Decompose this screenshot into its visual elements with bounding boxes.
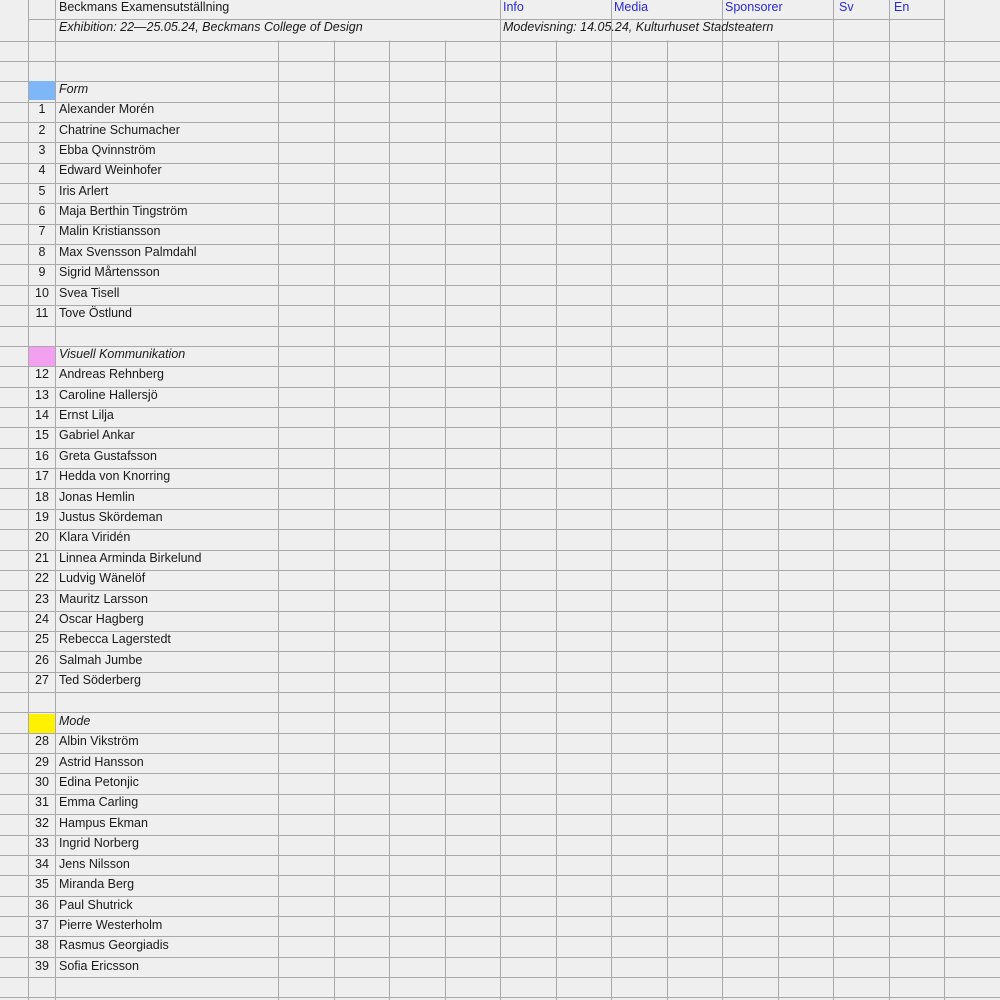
row-number: 29 xyxy=(35,755,49,769)
student-name-link[interactable]: Ebba Qvinnström xyxy=(59,140,274,160)
row-number: 21 xyxy=(35,551,49,565)
student-name-link[interactable]: Miranda Berg xyxy=(59,874,274,894)
row-number: 18 xyxy=(35,490,49,504)
row-number: 15 xyxy=(35,428,49,442)
student-name-link[interactable]: Ted Söderberg xyxy=(59,670,274,690)
row-number: 34 xyxy=(35,857,49,871)
row-number: 23 xyxy=(35,592,49,606)
student-name-link[interactable]: Max Svensson Palmdahl xyxy=(59,242,274,262)
row-number: 24 xyxy=(35,612,49,626)
row-number: 2 xyxy=(38,123,46,137)
row-number: 3 xyxy=(38,143,46,157)
row-number: 12 xyxy=(35,367,49,381)
student-name-link[interactable]: Salmah Jumbe xyxy=(59,650,274,670)
row-number: 10 xyxy=(35,286,49,300)
row-number: 4 xyxy=(38,163,46,177)
student-name-link[interactable]: Hedda von Knorring xyxy=(59,466,274,486)
row-number: 25 xyxy=(35,632,49,646)
row-number: 32 xyxy=(35,816,49,830)
student-name-link[interactable]: Hampus Ekman xyxy=(59,813,274,833)
section-heading-visuell-kommunikation: Visuell Kommunikation xyxy=(59,347,186,361)
nav-sponsors-link[interactable]: Sponsorer xyxy=(725,0,830,17)
row-number: 5 xyxy=(38,184,46,198)
row-number: 31 xyxy=(35,795,49,809)
row-number: 6 xyxy=(38,204,46,218)
student-name-link[interactable]: Albin Vikström xyxy=(59,731,274,751)
student-name-link[interactable]: Sigrid Mårtensson xyxy=(59,262,274,282)
student-name-link[interactable]: Caroline Hallersjö xyxy=(59,385,274,405)
row-number: 7 xyxy=(38,224,46,238)
row-number: 13 xyxy=(35,388,49,402)
row-number: 22 xyxy=(35,571,49,585)
section-color-swatch-form xyxy=(29,81,55,100)
student-name-link[interactable]: Iris Arlert xyxy=(59,181,274,201)
row-number: 35 xyxy=(35,877,49,891)
row-number: 16 xyxy=(35,449,49,463)
student-name-link[interactable]: Svea Tisell xyxy=(59,283,274,303)
nav-media-link[interactable]: Media xyxy=(614,0,719,17)
student-name-link[interactable]: Emma Carling xyxy=(59,792,274,812)
student-name-link[interactable]: Gabriel Ankar xyxy=(59,425,274,445)
student-name-link[interactable]: Astrid Hansson xyxy=(59,752,274,772)
row-number: 38 xyxy=(35,938,49,952)
row-number: 11 xyxy=(35,306,49,320)
row-number: 33 xyxy=(35,836,49,850)
row-number: 1 xyxy=(38,102,46,116)
site-title[interactable]: Beckmans Examensutställning xyxy=(59,0,499,17)
row-number: 20 xyxy=(35,530,49,544)
student-name-link[interactable]: Ingrid Norberg xyxy=(59,833,274,853)
row-number: 26 xyxy=(35,653,49,667)
lang-sv-link[interactable]: Sv xyxy=(839,0,887,17)
lang-en-link[interactable]: En xyxy=(894,0,942,17)
student-name-link[interactable]: Tove Östlund xyxy=(59,303,274,323)
student-name-link[interactable]: Pierre Westerholm xyxy=(59,915,274,935)
student-name-link[interactable]: Edina Petonjic xyxy=(59,772,274,792)
student-name-link[interactable]: Ludvig Wänelöf xyxy=(59,568,274,588)
student-name-link[interactable]: Jonas Hemlin xyxy=(59,487,274,507)
student-name-link[interactable]: Edward Weinhofer xyxy=(59,160,274,180)
row-number: 9 xyxy=(38,265,46,279)
student-name-link[interactable]: Maja Berthin Tingström xyxy=(59,201,274,221)
student-name-link[interactable]: Ernst Lilja xyxy=(59,405,274,425)
student-name-link[interactable]: Paul Shutrick xyxy=(59,895,274,915)
row-number: 8 xyxy=(38,245,46,259)
student-name-link[interactable]: Mauritz Larsson xyxy=(59,589,274,609)
nav-info-link[interactable]: Info xyxy=(503,0,608,17)
row-number: 36 xyxy=(35,898,49,912)
student-name-link[interactable]: Jens Nilsson xyxy=(59,854,274,874)
row-number: 30 xyxy=(35,775,49,789)
student-name-link[interactable]: Oscar Hagberg xyxy=(59,609,274,629)
student-name-link[interactable]: Malin Kristiansson xyxy=(59,221,274,241)
section-heading-mode: Mode xyxy=(59,714,91,728)
row-number: 39 xyxy=(35,959,49,973)
student-name-link[interactable]: Andreas Rehnberg xyxy=(59,364,274,384)
row-number: 19 xyxy=(35,510,49,524)
student-name-link[interactable]: Alexander Morén xyxy=(59,99,274,119)
student-name-link[interactable]: Rebecca Lagerstedt xyxy=(59,629,274,649)
student-name-link[interactable]: Klara Viridén xyxy=(59,527,274,547)
fashion-show-info: Modevisning: 14.05.24, Kulturhuset Stads… xyxy=(503,20,774,34)
student-name-link[interactable]: Justus Skördeman xyxy=(59,507,274,527)
row-number: 17 xyxy=(35,469,49,483)
section-heading-form: Form xyxy=(59,82,89,96)
row-number: 28 xyxy=(35,734,49,748)
row-number: 37 xyxy=(35,918,49,932)
student-name-link[interactable]: Rasmus Georgiadis xyxy=(59,935,274,955)
row-number: 14 xyxy=(35,408,49,422)
student-name-link[interactable]: Sofia Ericsson xyxy=(59,956,274,976)
row-number: 27 xyxy=(35,673,49,687)
student-name-link[interactable]: Greta Gustafsson xyxy=(59,446,274,466)
exhibition-info: Exhibition: 22—25.05.24, Beckmans Colleg… xyxy=(59,20,363,34)
student-name-link[interactable]: Linnea Arminda Birkelund xyxy=(59,548,274,568)
student-name-link[interactable]: Chatrine Schumacher xyxy=(59,120,274,140)
